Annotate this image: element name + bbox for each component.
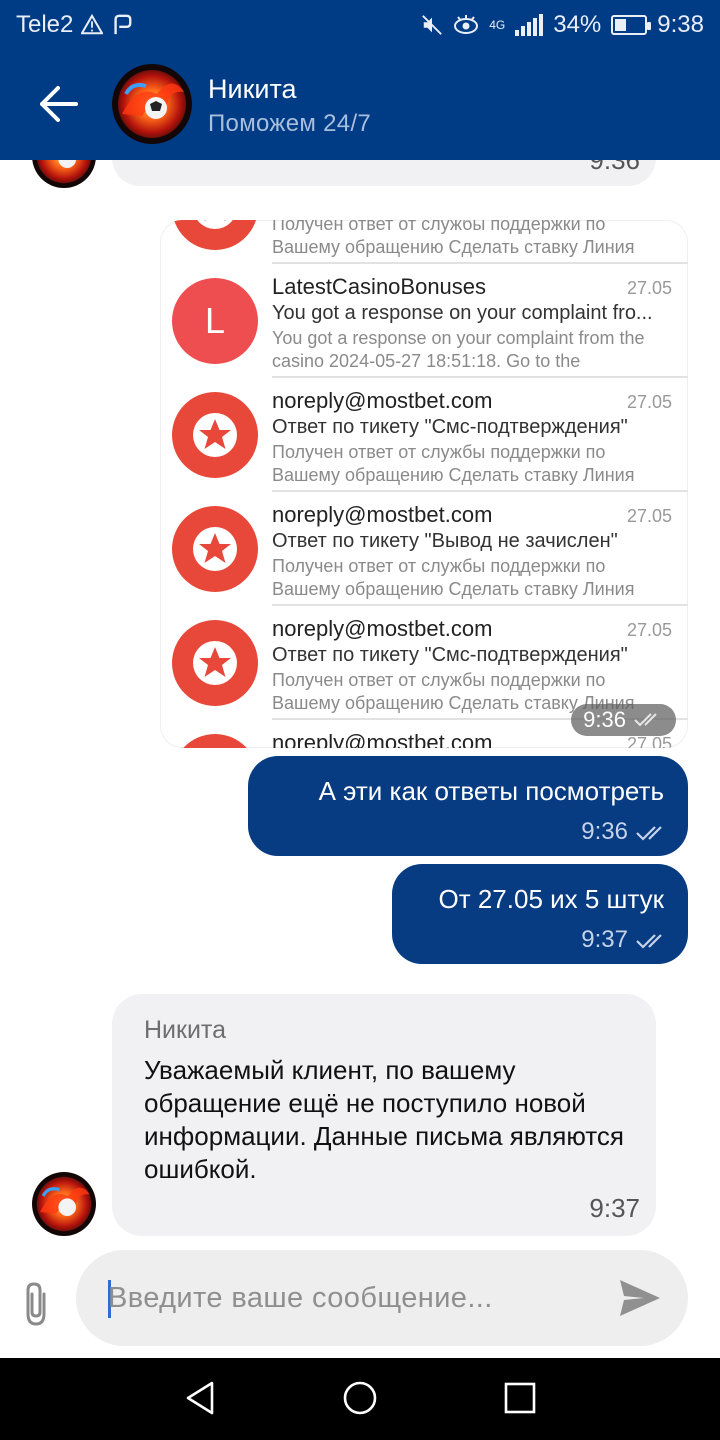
outgoing-message[interactable]: От 27.05 их 5 штук 9:37 — [392, 864, 688, 964]
message-time: 9:36 — [581, 818, 628, 845]
triangle-back-icon[interactable] — [182, 1380, 218, 1416]
eye-comfort-icon — [454, 15, 479, 34]
email-subject: You got a response on your complaint fro… — [272, 302, 653, 324]
image-message[interactable]: Получен ответ от службы поддержки по Ваш… — [160, 220, 688, 748]
list-item: noreply@mostbet.com 27.05 Ответ по тикет… — [160, 492, 688, 606]
circle-home-icon[interactable] — [342, 1380, 378, 1416]
star-icon — [172, 392, 258, 478]
send-icon[interactable] — [618, 1278, 662, 1318]
letter-avatar: L — [172, 278, 258, 364]
chat-area[interactable]: 9:36 Получен ответ от службы поддержки п… — [0, 160, 720, 1358]
incoming-message[interactable]: Никита Уважаемый клиент, по вашему обращ… — [112, 994, 656, 1236]
message-sender: Никита — [144, 1016, 226, 1044]
star-icon — [172, 620, 258, 706]
contact-name: Никита — [208, 74, 297, 104]
email-subject: Ответ по тикету "Смс-подтверждения" — [272, 416, 628, 438]
avatar — [32, 160, 96, 188]
avatar — [32, 1172, 96, 1236]
network-type: 4G — [489, 18, 506, 32]
star-icon — [172, 220, 258, 250]
system-nav-bar — [0, 1358, 720, 1440]
email-subject: Ответ по тикету "Смс-подтверждения" — [272, 644, 628, 666]
message-input[interactable] — [108, 1250, 598, 1346]
email-sender: noreply@mostbet.com — [272, 502, 493, 527]
battery-charging-icon — [611, 15, 652, 35]
list-item: L LatestCasinoBonuses 27.05 You got a re… — [160, 264, 688, 378]
double-check-icon — [636, 826, 662, 841]
email-preview: Получен ответ от службы поддержки по Ваш… — [272, 220, 635, 257]
battery-percent: 34% — [553, 11, 602, 38]
p-app-icon — [114, 14, 132, 35]
message-time: 9:36 — [589, 160, 640, 175]
email-date: 27.05 — [626, 278, 672, 298]
email-sender: noreply@mostbet.com — [272, 388, 493, 413]
message-text: А эти как ответы посмотреть — [318, 776, 664, 806]
email-preview: You got a response on your complaint fro… — [272, 328, 645, 371]
email-date: 27.05 — [626, 734, 672, 748]
contact-subtitle: Поможем 24/7 — [208, 110, 372, 137]
message-time: 9:37 — [581, 926, 628, 953]
paperclip-icon[interactable] — [16, 1280, 56, 1328]
image-timestamp: 9:36 — [571, 704, 676, 736]
email-preview: Получен ответ от службы поддержки по Ваш… — [272, 556, 635, 599]
avatar[interactable] — [112, 64, 192, 144]
warning-icon — [81, 14, 104, 35]
email-preview: Получен ответ от службы поддержки по Ваш… — [272, 442, 635, 485]
outgoing-message[interactable]: А эти как ответы посмотреть 9:36 — [248, 756, 688, 856]
status-bar: Tele2 4G 34% 9:38 — [0, 0, 720, 50]
app-header: Tele2 4G 34% 9:38 Никита Поможем 24/7 — [0, 0, 720, 160]
email-sender: LatestCasinoBonuses — [272, 274, 487, 299]
star-icon — [172, 506, 258, 592]
message-composer[interactable] — [76, 1250, 688, 1346]
message-text: От 27.05 их 5 штук — [438, 884, 664, 914]
status-time: 9:38 — [657, 11, 704, 38]
incoming-message[interactable]: 9:36 — [112, 160, 656, 186]
list-item: noreply@mostbet.com 27.05 Ответ по тикет… — [160, 606, 688, 720]
message-time: 9:37 — [589, 1193, 640, 1223]
star-icon — [172, 734, 258, 748]
carrier-label: Tele2 — [16, 11, 74, 38]
email-date: 27.05 — [626, 506, 672, 526]
double-check-icon — [634, 713, 657, 727]
list-item: noreply@mostbet.com 27.05 Ответ по тикет… — [160, 378, 688, 492]
message-text: Уважаемый клиент, по вашему обращение ещ… — [144, 1055, 624, 1184]
email-date: 27.05 — [626, 392, 672, 412]
email-sender: noreply@mostbet.com — [272, 616, 493, 641]
signal-icon — [515, 14, 544, 36]
email-date: 27.05 — [626, 620, 672, 640]
square-recents-icon[interactable] — [502, 1380, 538, 1416]
email-sender: noreply@mostbet.com — [272, 730, 493, 748]
email-subject: Ответ по тикету "Вывод не зачислен" — [272, 530, 618, 552]
mute-icon — [422, 15, 443, 35]
list-item: Получен ответ от службы поддержки по Ваш… — [160, 220, 688, 264]
arrow-left-icon[interactable] — [36, 82, 80, 126]
double-check-icon — [636, 934, 662, 949]
